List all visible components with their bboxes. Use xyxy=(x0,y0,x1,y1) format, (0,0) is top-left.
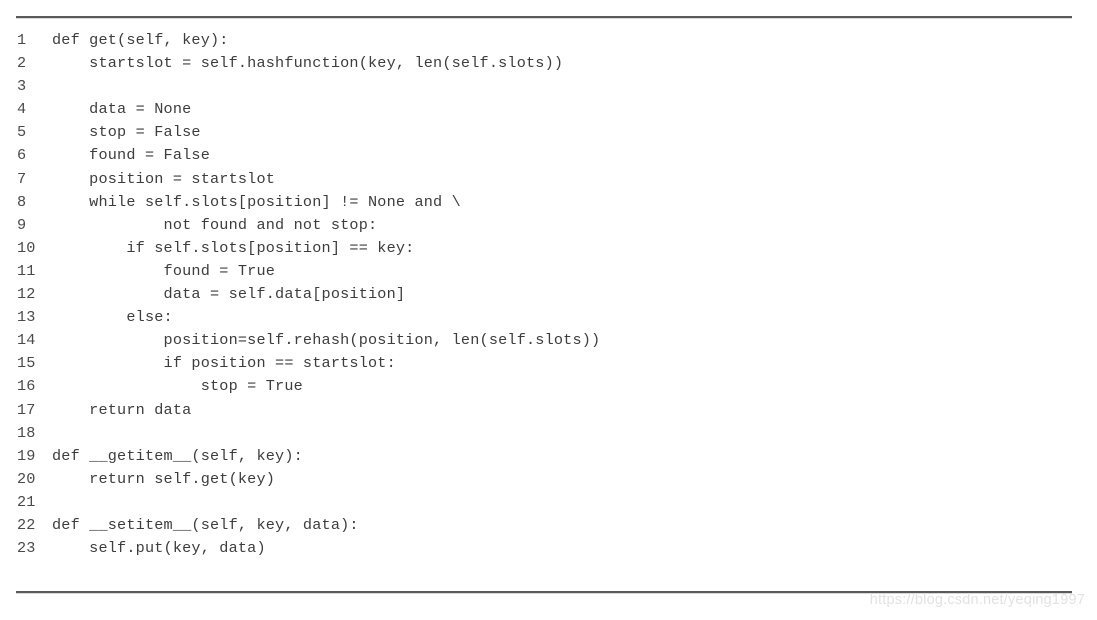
code-text: startslot = self.hashfunction(key, len(s… xyxy=(52,54,564,73)
code-text: else: xyxy=(52,308,173,327)
code-row: 7 position = startslot xyxy=(0,168,1097,191)
line-number: 10 xyxy=(17,238,36,257)
code-text: position = startslot xyxy=(52,169,276,188)
line-number: 7 xyxy=(17,169,27,188)
code-row: 1 def get(self, key): xyxy=(0,29,1097,52)
line-number: 21 xyxy=(17,492,36,511)
line-number: 17 xyxy=(17,400,36,419)
top-divider-rule xyxy=(16,16,1072,19)
line-number: 5 xyxy=(17,123,27,142)
code-text: def get(self, key): xyxy=(52,31,229,49)
code-row: 2 startslot = self.hashfunction(key, len… xyxy=(0,52,1097,75)
line-number: 2 xyxy=(17,54,27,73)
code-text: position=self.rehash(position, len(self.… xyxy=(52,331,601,350)
line-number: 19 xyxy=(17,446,36,465)
code-row: 16 stop = True xyxy=(0,375,1097,398)
watermark-text: https://blog.csdn.net/yeqing1997 xyxy=(869,592,1085,608)
code-text: return data xyxy=(52,400,192,419)
code-text: stop = False xyxy=(52,123,201,142)
code-row: 19 def __getitem__(self, key): xyxy=(0,445,1097,468)
line-number: 15 xyxy=(17,354,36,373)
code-row: 11 found = True xyxy=(0,260,1097,283)
line-number: 11 xyxy=(17,261,36,280)
code-row: 22 def __setitem__(self, key, data): xyxy=(0,514,1097,537)
code-row: 8 while self.slots[position] != None and… xyxy=(0,191,1097,214)
line-number: 18 xyxy=(17,423,36,442)
code-row: 14 position=self.rehash(position, len(se… xyxy=(0,329,1097,352)
code-row: 10 if self.slots[position] == key: xyxy=(0,237,1097,260)
code-row: 13 else: xyxy=(0,306,1097,329)
code-text: found = False xyxy=(52,146,210,165)
code-text: while self.slots[position] != None and \ xyxy=(52,192,461,211)
code-text: stop = True xyxy=(52,377,303,396)
line-number: 13 xyxy=(17,308,36,327)
code-row: 12 data = self.data[position] xyxy=(0,283,1097,306)
line-number: 22 xyxy=(17,515,36,534)
line-number: 20 xyxy=(17,469,36,488)
code-text: not found and not stop: xyxy=(52,215,378,234)
code-text: self.put(key, data) xyxy=(52,539,266,558)
line-number: 6 xyxy=(17,146,27,165)
code-text: if self.slots[position] == key: xyxy=(52,238,415,257)
code-text: data = None xyxy=(52,100,192,119)
code-text: data = self.data[position] xyxy=(52,285,406,304)
code-row: 5 stop = False xyxy=(0,121,1097,144)
code-text: def __setitem__(self, key, data): xyxy=(52,515,359,534)
code-row: 4 data = None xyxy=(0,98,1097,121)
line-number: 3 xyxy=(17,77,27,96)
code-row: 21 xyxy=(0,491,1097,514)
code-row: 17 return data xyxy=(0,399,1097,422)
code-row: 3 xyxy=(0,75,1097,98)
line-number: 8 xyxy=(17,192,27,211)
code-text: def __getitem__(self, key): xyxy=(52,446,303,465)
line-number: 12 xyxy=(17,285,36,304)
code-text: return self.get(key) xyxy=(52,469,276,488)
code-row: 6 found = False xyxy=(0,144,1097,167)
code-row: 9 not found and not stop: xyxy=(0,214,1097,237)
code-text: found = True xyxy=(52,261,276,280)
line-number: 4 xyxy=(17,100,27,119)
code-row: 15 if position == startslot: xyxy=(0,352,1097,375)
line-number: 23 xyxy=(17,539,36,558)
line-number: 9 xyxy=(17,215,27,234)
code-listing-container: 1 def get(self, key): 2 startslot = self.h… xyxy=(0,0,1097,620)
code-lines: 1 def get(self, key): 2 startslot = self.h… xyxy=(0,29,1097,560)
code-row: 23 self.put(key, data) xyxy=(0,537,1097,560)
line-number: 14 xyxy=(17,331,36,350)
code-row: 20 return self.get(key) xyxy=(0,468,1097,491)
code-row: 18 xyxy=(0,422,1097,445)
line-number: 16 xyxy=(17,377,36,396)
line-number: 1 xyxy=(17,31,27,49)
code-text: if position == startslot: xyxy=(52,354,396,373)
